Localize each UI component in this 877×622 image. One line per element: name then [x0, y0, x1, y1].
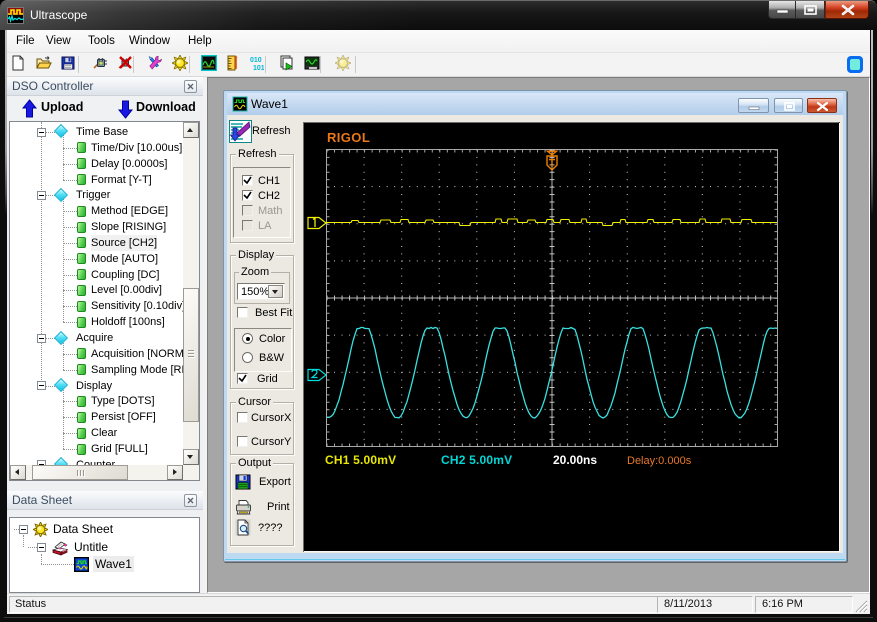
svg-text:010: 010 — [250, 57, 262, 64]
svg-text:Delay:0.000s: Delay:0.000s — [627, 455, 692, 467]
svg-text:101: 101 — [253, 65, 264, 71]
svg-text:RIGOL: RIGOL — [327, 130, 370, 145]
svg-text:CH2 5.00mV: CH2 5.00mV — [441, 453, 512, 467]
svg-text:CH1 5.00mV: CH1 5.00mV — [325, 453, 396, 467]
svg-text:20.00ns: 20.00ns — [553, 453, 597, 467]
